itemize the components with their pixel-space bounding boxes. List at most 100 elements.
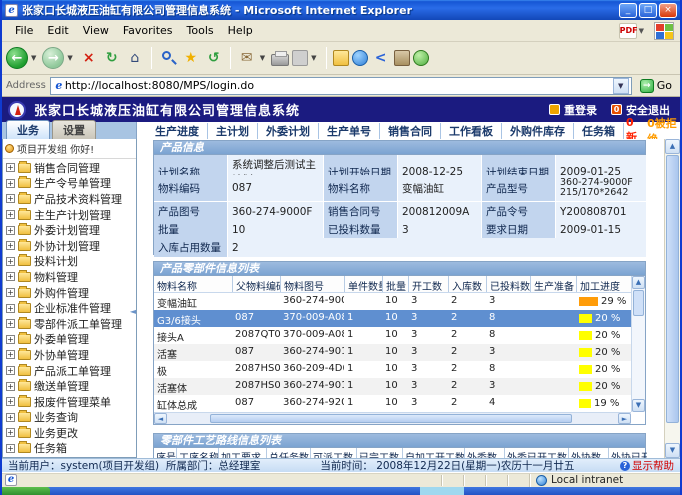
col-header[interactable]: 批量 xyxy=(382,276,408,292)
col-header[interactable]: 生产准备 xyxy=(530,276,576,292)
menu-edit[interactable]: Edit xyxy=(40,22,75,39)
sidebar-item-scrap[interactable]: +报废件管理菜单 xyxy=(3,394,136,410)
research-icon[interactable] xyxy=(394,50,410,66)
expand-icon[interactable]: + xyxy=(6,350,15,359)
expand-icon[interactable]: + xyxy=(6,444,15,453)
nav-work-board[interactable]: 工作看板 xyxy=(441,123,502,139)
col-header[interactable]: 物料名称 xyxy=(154,276,232,292)
show-help-link[interactable]: ?显示帮助 xyxy=(620,458,674,473)
sidebar-item-outsource-order[interactable]: +外委单管理 xyxy=(3,332,136,348)
menu-file[interactable]: File xyxy=(8,22,40,39)
sidebar-collapse-icon[interactable]: ◄ xyxy=(130,307,136,316)
col-header[interactable]: 物料图号 xyxy=(280,276,344,292)
scroll-left-icon[interactable]: ◄ xyxy=(154,413,167,424)
sidebar-item-tech-docs[interactable]: +产品技术资料管理 xyxy=(3,191,136,207)
forward-dropdown-icon[interactable]: ▼ xyxy=(67,54,72,62)
sidebar-item-prod-dispatch[interactable]: +产品派工单管理 xyxy=(3,363,136,379)
expand-icon[interactable]: + xyxy=(6,413,15,422)
expand-icon[interactable]: + xyxy=(6,163,15,172)
col-header[interactable]: 工序名称 xyxy=(176,448,218,458)
scrollbar-thumb[interactable] xyxy=(210,414,572,423)
expand-icon[interactable]: + xyxy=(6,179,15,188)
nav-production-order[interactable]: 生产单号 xyxy=(319,123,380,139)
menu-tools[interactable]: Tools xyxy=(180,22,221,39)
sidebar-item-delivery[interactable]: +缴送单管理 xyxy=(3,378,136,394)
menu-help[interactable]: Help xyxy=(221,22,260,39)
table-row[interactable]: 活塞体2087HS002360-274-9011W110323 20 % xyxy=(154,378,631,395)
favorites-icon[interactable]: ★ xyxy=(181,48,201,68)
scrollbar-thumb[interactable] xyxy=(633,290,644,316)
sidebar-item-task-box[interactable]: +任务箱 xyxy=(3,441,136,457)
sidebar-item-prod-order[interactable]: +生产令号单管理 xyxy=(3,176,136,192)
col-header[interactable]: 可派工数 xyxy=(310,448,356,458)
scrollbar-thumb[interactable] xyxy=(666,155,679,423)
address-input-box[interactable]: e ▼ xyxy=(50,77,632,95)
scroll-down-icon[interactable]: ▼ xyxy=(665,443,680,458)
print-icon[interactable] xyxy=(271,54,289,66)
sidebar-item-outsource-plan[interactable]: +外委计划管理 xyxy=(3,222,136,238)
col-header[interactable]: 自加工开工数 xyxy=(402,448,464,458)
sidebar-item-master-plan[interactable]: +主生产计划管理 xyxy=(3,207,136,223)
messenger-globe-icon[interactable] xyxy=(352,50,368,66)
relogin-button[interactable]: 重登录 xyxy=(549,102,597,118)
expand-icon[interactable]: + xyxy=(6,241,15,250)
sidebar-item-standard-parts[interactable]: +企业标准件管理 xyxy=(3,300,136,316)
sidebar-item-part-dispatch[interactable]: +零部件派工单管理 xyxy=(3,316,136,332)
windows-taskbar[interactable] xyxy=(2,487,680,495)
back-button[interactable]: ← xyxy=(6,47,28,69)
edit-icon[interactable] xyxy=(292,50,308,66)
table-row[interactable]: 极2087HS002360-209-4D010110328 20 % xyxy=(154,361,631,378)
expand-icon[interactable]: + xyxy=(6,382,15,391)
expand-icon[interactable]: + xyxy=(6,304,15,313)
scroll-down-icon[interactable]: ▼ xyxy=(632,399,645,412)
menu-view[interactable]: View xyxy=(76,22,116,39)
table-row[interactable]: 接头A2087QT002370-009-A0850110328 20 % xyxy=(154,327,631,344)
expand-icon[interactable]: + xyxy=(6,428,15,437)
expand-icon[interactable]: + xyxy=(6,226,15,235)
forward-button[interactable]: → xyxy=(42,47,64,69)
nav-purchased-stock[interactable]: 外购件库存 xyxy=(502,123,574,139)
sidebar-item-feed-plan[interactable]: +投料计划 xyxy=(3,254,136,270)
parts-table-scrollbar[interactable]: ▲ ▼ xyxy=(631,276,645,412)
close-button[interactable]: × xyxy=(659,3,677,18)
refresh-button[interactable]: ↻ xyxy=(102,48,122,68)
col-header[interactable]: 序号 xyxy=(154,448,176,458)
sidebar-item-sales-contract[interactable]: +销售合同管理 xyxy=(3,160,136,176)
expand-icon[interactable]: + xyxy=(6,319,15,328)
go-button[interactable]: → Go xyxy=(636,79,676,93)
menu-favorites[interactable]: Favorites xyxy=(116,22,180,39)
pdf-toolbar-icon[interactable]: PDF xyxy=(619,23,637,39)
col-header[interactable]: 外委已开工数 xyxy=(504,448,568,458)
msn-icon[interactable] xyxy=(413,50,429,66)
expand-icon[interactable]: + xyxy=(6,288,15,297)
mail-dropdown-icon[interactable]: ▼ xyxy=(260,54,265,62)
related-links-icon[interactable]: < xyxy=(371,48,391,68)
search-icon[interactable] xyxy=(158,48,178,68)
col-header[interactable]: 加工要求 xyxy=(218,448,266,458)
expand-icon[interactable]: + xyxy=(6,257,15,266)
sidebar-item-coop-order[interactable]: +外协单管理 xyxy=(3,347,136,363)
minimize-button[interactable]: _ xyxy=(619,3,637,18)
back-dropdown-icon[interactable]: ▼ xyxy=(31,54,36,62)
stop-button[interactable]: × xyxy=(79,48,99,68)
col-header[interactable]: 已投料数 xyxy=(486,276,530,292)
expand-icon[interactable]: + xyxy=(6,397,15,406)
history-icon[interactable]: ↺ xyxy=(204,48,224,68)
col-header[interactable]: 已完工数 xyxy=(356,448,402,458)
nav-master-plan[interactable]: 主计划 xyxy=(208,123,258,139)
nav-task-box[interactable]: 任务箱 xyxy=(574,123,624,139)
sidebar-item-change[interactable]: +业务更改 xyxy=(3,425,136,441)
address-dropdown-icon[interactable]: ▼ xyxy=(613,78,629,94)
sidebar-item-coop-plan[interactable]: +外协计划管理 xyxy=(3,238,136,254)
tab-business[interactable]: 业务 xyxy=(6,120,50,139)
sidebar-item-purchased[interactable]: +外购件管理 xyxy=(3,285,136,301)
table-row-selected[interactable]: G3/6接头087370-009-A0840110328 20 % xyxy=(154,310,631,327)
tab-settings[interactable]: 设置 xyxy=(52,120,96,139)
scroll-up-icon[interactable]: ▲ xyxy=(665,139,680,154)
discuss-icon[interactable] xyxy=(333,50,349,66)
main-scrollbar[interactable]: ▲ ▼ xyxy=(664,139,680,458)
start-button[interactable] xyxy=(2,487,50,495)
table-row[interactable]: 缸体总成087360-274-9200F110324 19 % xyxy=(154,395,631,412)
col-header[interactable]: 加工进度 xyxy=(576,276,631,292)
parts-table-hscrollbar[interactable]: ◄ ► xyxy=(154,412,631,424)
